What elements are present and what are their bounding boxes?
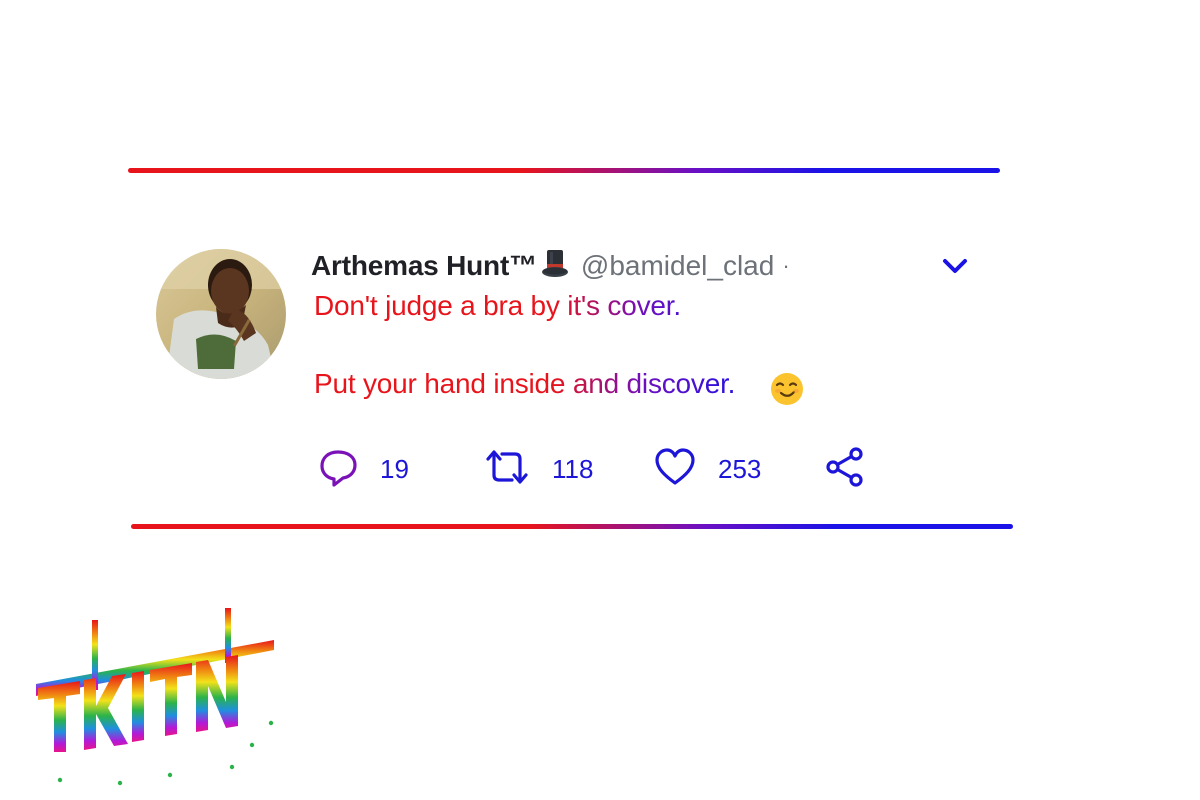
tweet-header: Arthemas Hunt™ @bamidel_clad · [311, 248, 790, 284]
like-count: 253 [718, 453, 762, 484]
header-separator: · [782, 253, 790, 278]
retweet-icon [484, 447, 530, 492]
chevron-down-icon[interactable] [940, 254, 970, 278]
tweet-screenshot: Arthemas Hunt™ @bamidel_clad · Don't jud… [0, 0, 1200, 800]
reply-button[interactable]: 19 [318, 447, 409, 491]
share-icon [824, 446, 866, 493]
top-hat-icon [541, 248, 569, 285]
share-button[interactable] [824, 446, 866, 493]
tweet-text-line-2: Put your hand inside and discover. [314, 368, 736, 399]
like-button[interactable]: 253 [654, 447, 761, 491]
display-name[interactable]: Arthemas Hunt™ [311, 250, 537, 282]
smiling-face-icon [769, 371, 805, 407]
heart-icon [654, 447, 696, 492]
reply-count: 19 [380, 453, 409, 484]
avatar[interactable] [156, 249, 286, 379]
tweet-text-line-1: Don't judge a bra by it's cover. [314, 290, 681, 321]
tweet-actions: 19 118 253 [0, 446, 1200, 493]
retweet-count: 118 [552, 453, 594, 484]
user-handle[interactable]: @bamidel_clad [581, 250, 774, 282]
retweet-button[interactable]: 118 [484, 447, 593, 491]
tkitn-logo [30, 602, 280, 787]
top-divider [128, 168, 1000, 173]
reply-icon [318, 447, 358, 492]
bottom-divider [131, 524, 1013, 529]
